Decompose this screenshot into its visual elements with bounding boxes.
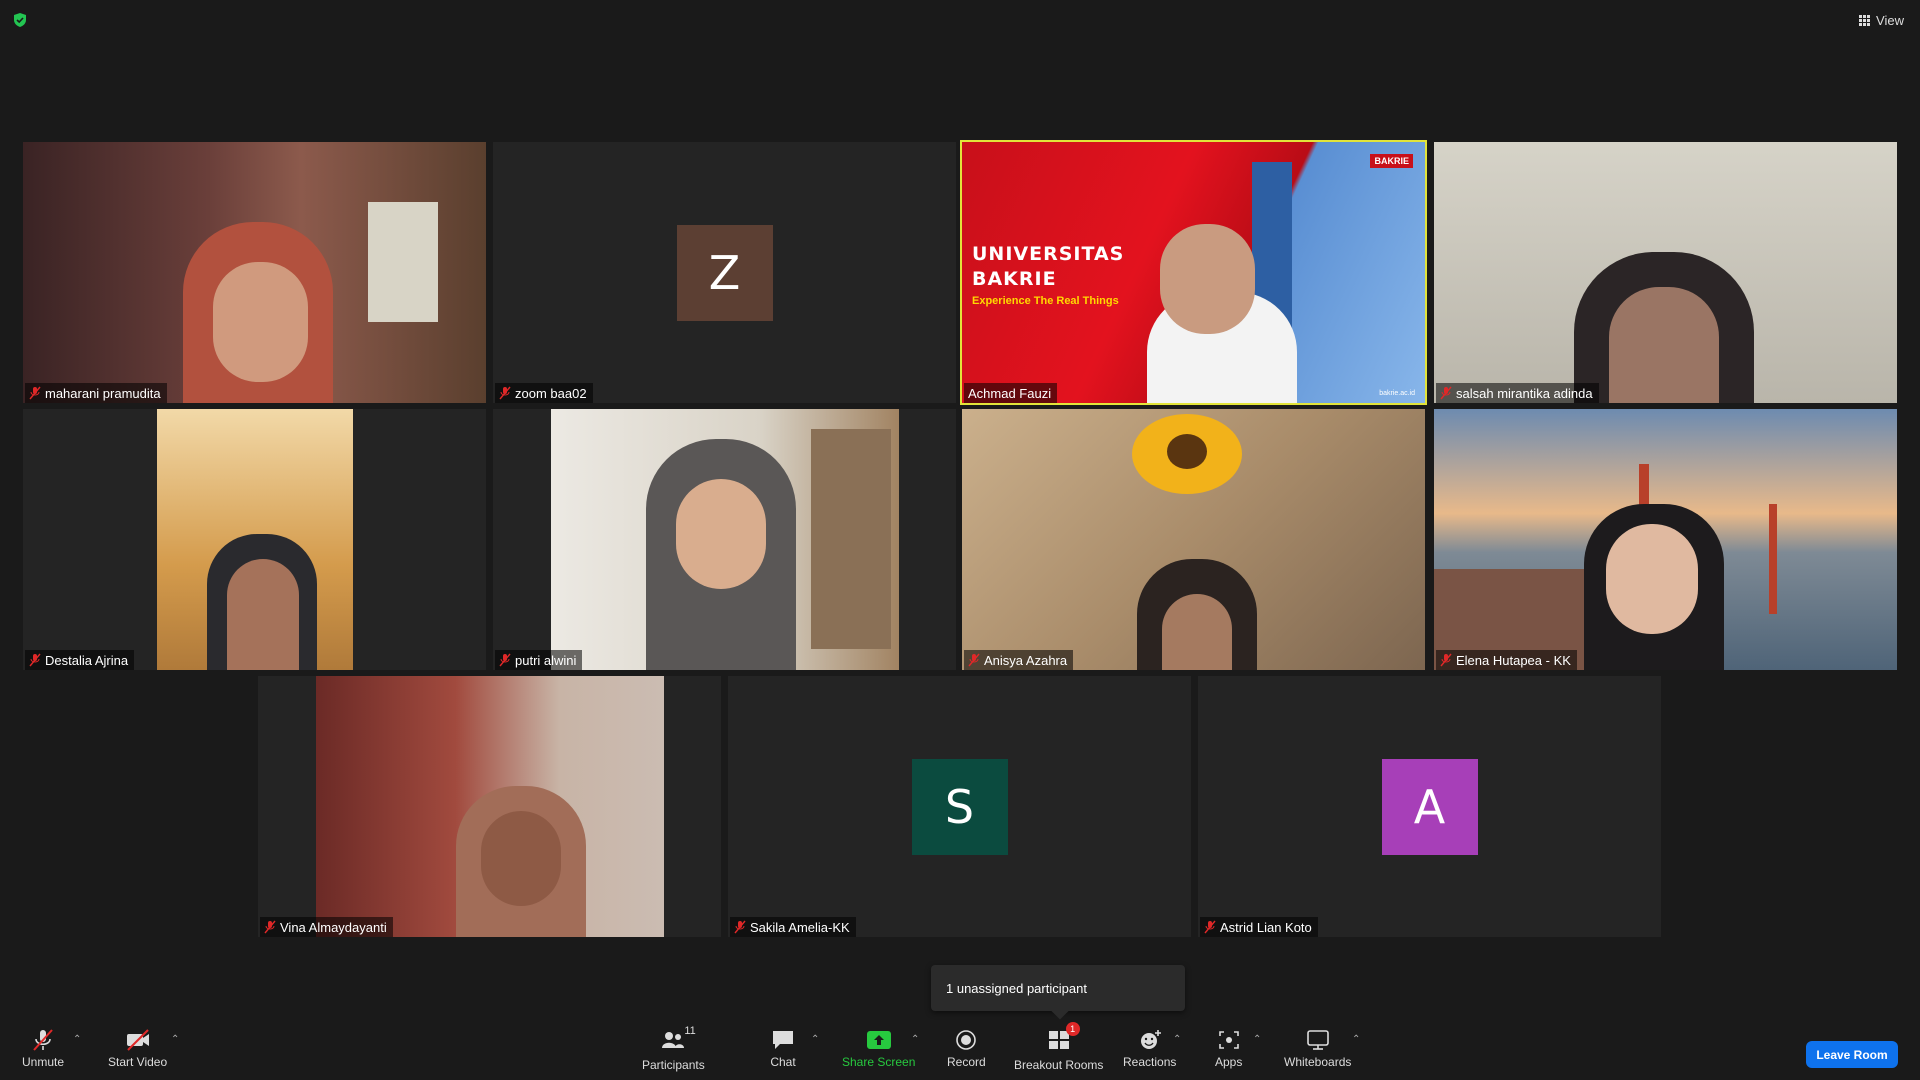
breakout-rooms-popup[interactable]: 1 unassigned participant [931,965,1185,1011]
participant-name: Astrid Lian Koto [1220,919,1312,935]
audio-options-caret-icon[interactable]: ⌃ [73,1034,81,1045]
start-video-button[interactable]: Start Video [108,1028,167,1069]
muted-mic-icon [734,920,746,934]
video-tile[interactable]: maharani pramudita [23,142,486,403]
share-options-caret-icon[interactable]: ⌃ [911,1034,919,1045]
muted-mic-icon [33,1029,53,1051]
leave-room-button[interactable]: Leave Room [1806,1041,1898,1068]
participant-name-tag: Anisya Azahra [964,650,1074,670]
share-screen-button[interactable]: Share Screen [842,1028,915,1069]
participants-count: 11 [684,1025,696,1037]
video-tile[interactable]: putri alwini [493,409,956,670]
participant-video [1434,142,1897,403]
apps-button[interactable]: Apps [1215,1028,1242,1069]
participant-name-tag: Destalia Ajrina [25,650,135,670]
whiteboards-button[interactable]: Whiteboards [1284,1028,1351,1069]
participant-avatar: Z [676,224,773,321]
video-off-icon [126,1029,149,1051]
view-button[interactable]: View [1859,10,1904,30]
participant-name: Achmad Fauzi [968,385,1052,401]
participant-name: Sakila Amelia-KK [750,919,850,935]
video-tile[interactable]: salsah mirantika adinda [1434,142,1897,403]
muted-mic-icon [499,653,511,667]
speaker-face [1160,224,1255,334]
participants-icon [662,1032,685,1048]
muted-mic-icon [968,653,980,667]
muted-mic-icon [1204,920,1216,934]
smiley-plus-icon [1140,1030,1161,1049]
muted-mic-icon [29,653,41,667]
muted-mic-icon [499,386,511,400]
participant-name: maharani pramudita [45,385,161,401]
participant-name: Vina Almaydayanti [280,919,387,935]
participant-name: Destalia Ajrina [45,652,129,668]
unmute-button[interactable]: Unmute [22,1028,64,1069]
video-tile[interactable]: Anisya Azahra [962,409,1425,670]
popup-text: 1 unassigned participant [946,980,1087,996]
participant-name: putri alwini [515,652,577,668]
muted-mic-icon [264,920,276,934]
video-tile-active-speaker[interactable]: BAKRIE UNIVERSITAS BAKRIE Experience The… [960,140,1427,405]
chat-options-caret-icon[interactable]: ⌃ [811,1034,819,1045]
video-tile[interactable]: A Astrid Lian Koto [1198,676,1661,937]
meeting-toolbar: Unmute ⌃ Start Video ⌃ 11 Participants C… [0,1020,1920,1080]
participant-name: Elena Hutapea - KK [1456,652,1571,668]
slide-tagline: Experience The Real Things [972,295,1119,307]
record-button[interactable]: Record [947,1028,986,1069]
chat-icon [773,1031,793,1049]
encryption-shield-icon[interactable] [12,12,28,28]
reactions-options-caret-icon[interactable]: ⌃ [1173,1034,1181,1045]
participant-name-tag: Astrid Lian Koto [1200,917,1318,937]
grid-view-icon [1859,14,1871,26]
participant-name-tag: Achmad Fauzi [964,383,1058,403]
apps-icon [1218,1031,1239,1049]
view-label: View [1876,12,1904,28]
participant-avatar: S [911,758,1008,855]
whiteboard-icon [1306,1030,1329,1050]
participant-avatar: A [1381,758,1478,855]
participant-name-tag: zoom baa02 [495,383,593,403]
whiteboards-options-caret-icon[interactable]: ⌃ [1352,1034,1360,1045]
participant-name-tag: putri alwini [495,650,583,670]
participant-name: zoom baa02 [515,385,587,401]
participant-name-tag: maharani pramudita [25,383,167,403]
video-tile[interactable]: S Sakila Amelia-KK [728,676,1191,937]
participant-video [23,142,486,403]
apps-options-caret-icon[interactable]: ⌃ [1253,1034,1261,1045]
participant-video [962,409,1425,670]
share-screen-icon [866,1031,891,1049]
participant-name-tag: Vina Almaydayanti [260,917,393,937]
slide-title: UNIVERSITAS BAKRIE [972,243,1125,290]
participant-name: salsah mirantika adinda [1456,385,1593,401]
breakout-badge: 1 [1065,1022,1080,1036]
video-options-caret-icon[interactable]: ⌃ [171,1034,179,1045]
participant-name-tag: salsah mirantika adinda [1436,383,1599,403]
participant-video [316,676,664,937]
participant-video [1434,409,1897,670]
muted-mic-icon [1440,653,1452,667]
participant-name-tag: Elena Hutapea - KK [1436,650,1577,670]
slide-url: bakrie.ac.id [1379,390,1415,397]
participants-button[interactable]: 11 Participants [642,1025,705,1072]
reactions-button[interactable]: Reactions [1123,1028,1176,1069]
video-tile[interactable]: Elena Hutapea - KK [1434,409,1897,670]
muted-mic-icon [1440,386,1452,400]
muted-mic-icon [29,386,41,400]
participant-video [157,409,353,670]
bakrie-logo: BAKRIE [1370,154,1413,168]
video-tile[interactable]: Destalia Ajrina [23,409,486,670]
video-tile[interactable]: Vina Almaydayanti [258,676,721,937]
chat-button[interactable]: Chat [770,1028,796,1069]
participant-video [551,409,899,670]
participant-name-tag: Sakila Amelia-KK [730,917,856,937]
participant-name: Anisya Azahra [984,652,1068,668]
breakout-rooms-button[interactable]: 1 Breakout Rooms [1014,1022,1103,1072]
video-tile[interactable]: Z zoom baa02 [493,142,956,403]
record-icon [956,1030,977,1050]
